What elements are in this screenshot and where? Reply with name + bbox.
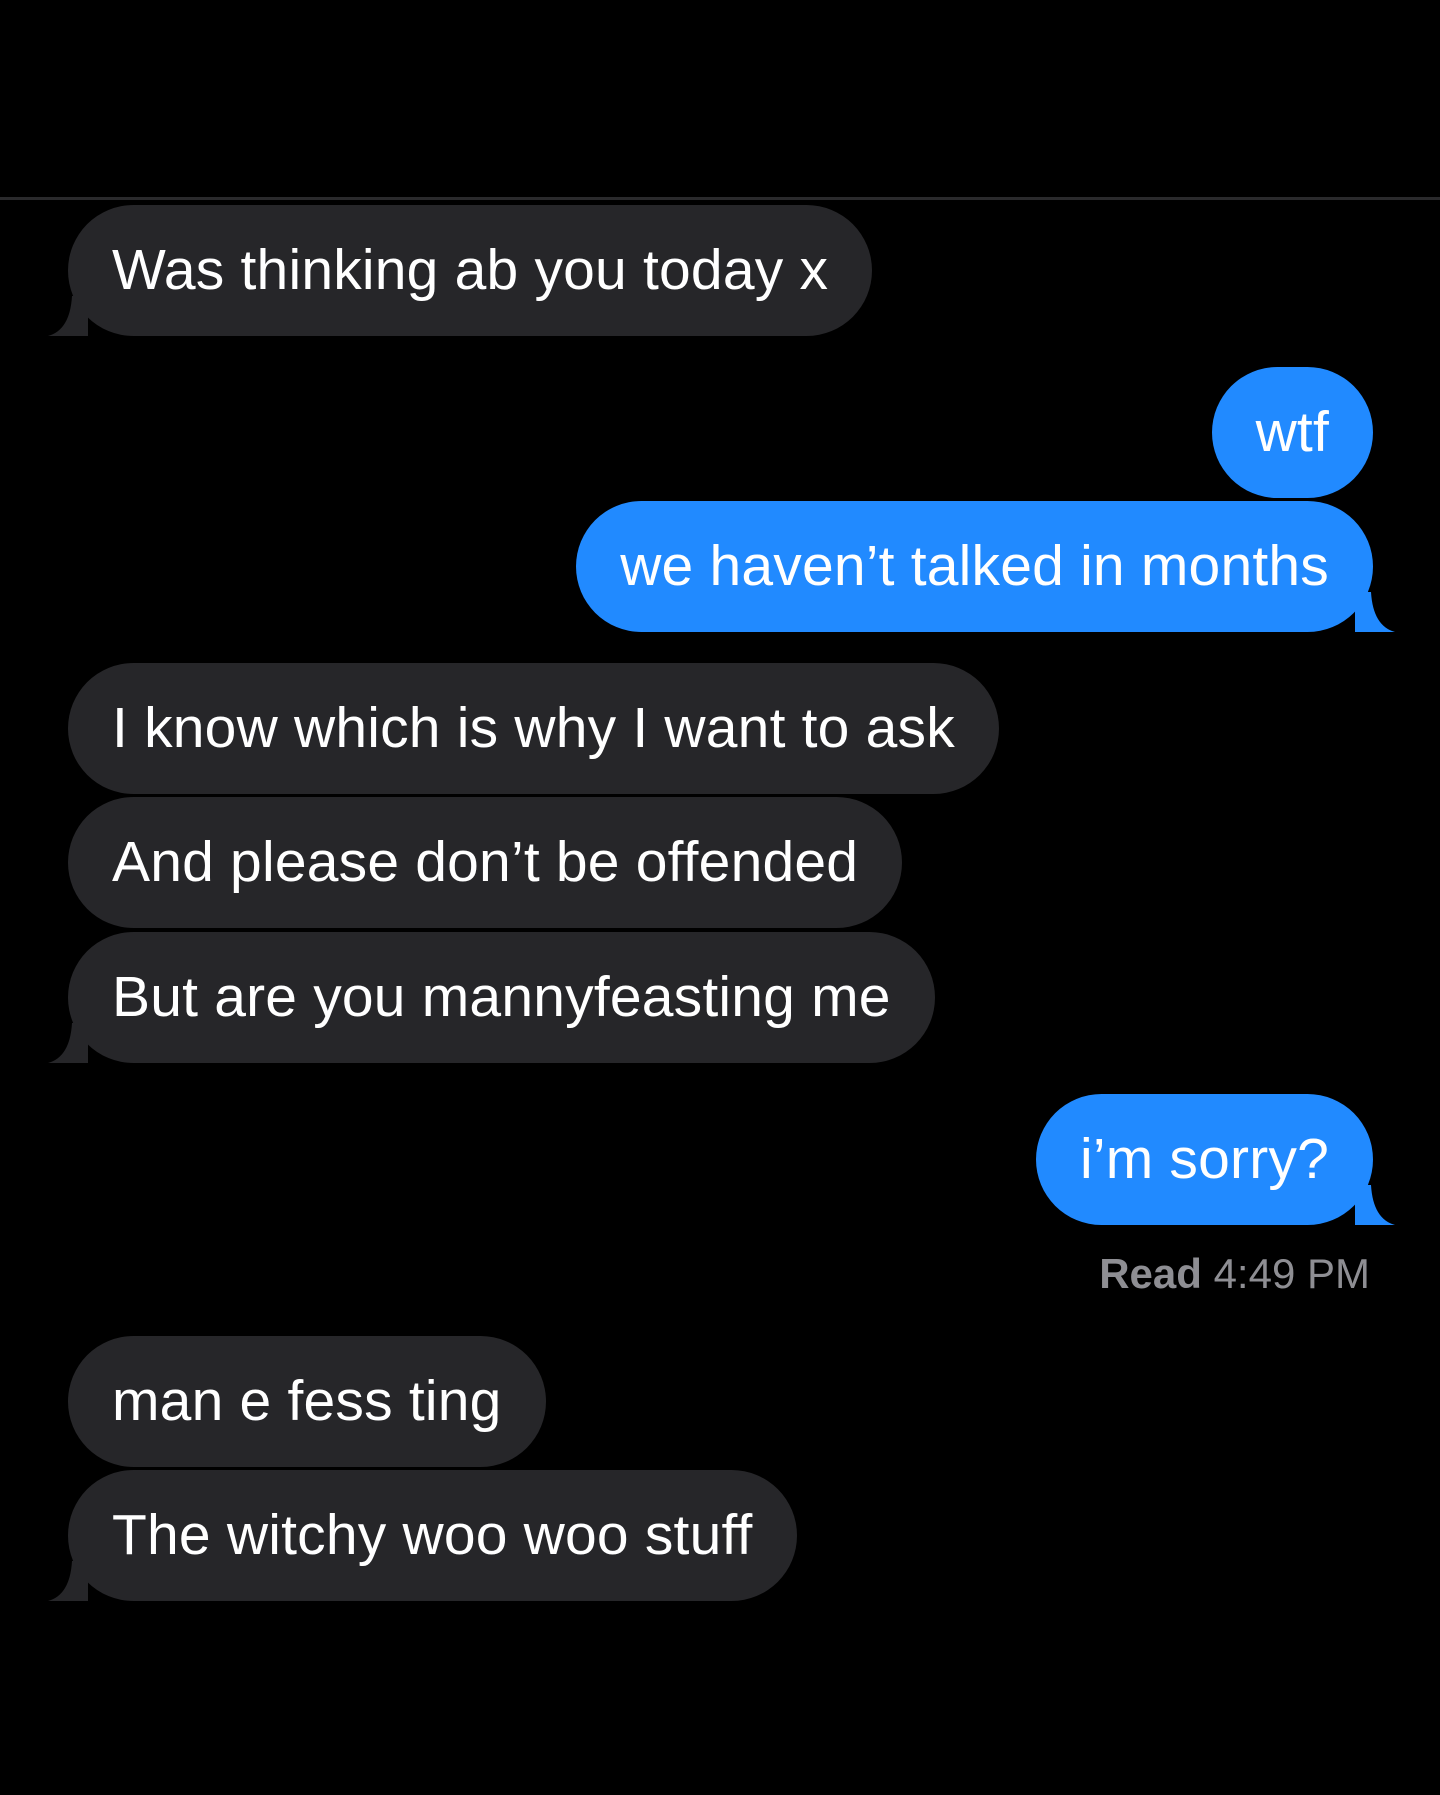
bubble-tail-icon — [48, 1561, 88, 1601]
message-text: man e fess ting — [112, 1369, 502, 1433]
message-text: Was thinking ab you today x — [112, 238, 829, 302]
bubble-tail-icon — [48, 1023, 88, 1063]
message-bubble-received[interactable]: man e fess ting — [68, 1336, 546, 1467]
message-text: I know which is why I want to ask — [112, 696, 955, 760]
read-receipt-time: 4:49 PM — [1213, 1250, 1370, 1297]
message-bubble-received[interactable]: And please don’t be offended — [68, 797, 903, 928]
message-bubble-received[interactable]: I know which is why I want to ask — [68, 663, 999, 794]
message-thread[interactable]: Was thinking ab you today x wtf we haven… — [0, 0, 1440, 1795]
message-text: And please don’t be offended — [112, 830, 859, 894]
message-bubble-received[interactable]: But are you mannyfeasting me — [48, 932, 935, 1063]
bubble-tail-icon — [48, 296, 88, 336]
message-text: i’m sorry? — [1079, 1127, 1329, 1191]
message-bubble-sent[interactable]: i’m sorry? — [1035, 1094, 1395, 1225]
read-receipt: Read 4:49 PM — [1099, 1250, 1370, 1298]
message-text: we haven’t talked in months — [620, 534, 1329, 598]
read-receipt-label: Read — [1099, 1250, 1202, 1297]
message-text: wtf — [1255, 400, 1329, 464]
message-bubble-received[interactable]: Was thinking ab you today x — [48, 205, 873, 336]
bubble-tail-icon — [1355, 1185, 1395, 1225]
message-bubble-sent[interactable]: we haven’t talked in months — [576, 501, 1395, 632]
bubble-tail-icon — [1355, 592, 1395, 632]
message-text: The witchy woo woo stuff — [112, 1503, 753, 1567]
message-bubble-sent[interactable]: wtf — [1211, 367, 1373, 498]
message-text: But are you mannyfeasting me — [112, 965, 891, 1029]
message-bubble-received[interactable]: The witchy woo woo stuff — [48, 1470, 797, 1601]
